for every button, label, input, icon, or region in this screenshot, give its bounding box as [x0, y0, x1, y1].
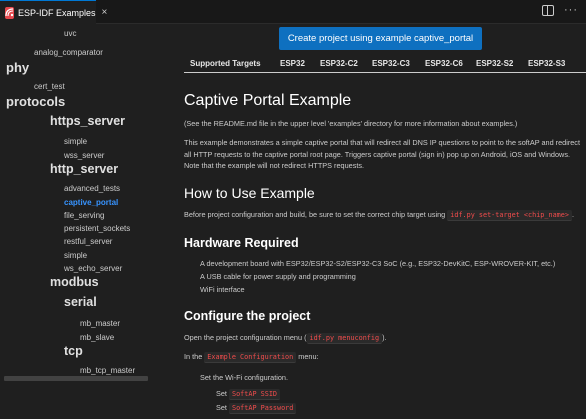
- esp-idf-icon: [5, 6, 14, 19]
- menuconfig-code: idf.py menuconfig: [306, 333, 383, 344]
- tree-item-cert-test[interactable]: cert_test: [34, 82, 65, 91]
- menu-text-pre: In the: [184, 352, 203, 361]
- configure-text: Open the project configuration menu (: [184, 333, 307, 342]
- readme-note: (See the README.md file in the upper lev…: [184, 119, 518, 128]
- how-to-heading: How to Use Example: [184, 185, 315, 201]
- tree-item-phy[interactable]: phy: [6, 60, 29, 75]
- tree-item-analog-comparator[interactable]: analog_comparator: [34, 48, 103, 57]
- configure-heading: Configure the project: [184, 309, 311, 323]
- tree-item-persistent-sockets[interactable]: persistent_sockets: [64, 224, 130, 233]
- tab-esp-idf-examples[interactable]: ESP-IDF Examples ×: [0, 0, 107, 24]
- target-esp32-s2: ESP32-S2: [476, 59, 514, 68]
- set-label: Set: [216, 403, 227, 412]
- horizontal-scrollbar[interactable]: [4, 376, 148, 381]
- set-label: Set: [216, 389, 227, 398]
- more-actions-icon[interactable]: ···: [564, 5, 578, 16]
- close-icon[interactable]: ×: [102, 7, 108, 18]
- menu-text-post: menu:: [298, 352, 319, 361]
- softap-ssid-code: SoftAP SSID: [228, 389, 280, 400]
- tab-title: ESP-IDF Examples: [18, 7, 96, 18]
- targets-header: Supported Targets: [190, 59, 261, 68]
- target-esp32-s3: ESP32-S3: [528, 59, 566, 68]
- softap-password-code: SoftAP Password: [228, 403, 297, 414]
- how-to-end: .: [571, 210, 574, 219]
- tree-item-advanced-tests[interactable]: advanced_tests: [64, 184, 120, 193]
- tree-item-captive-portal[interactable]: captive_portal: [64, 198, 118, 207]
- how-to-line: Before project configuration and build, …: [184, 210, 574, 221]
- description: This example demonstrates a simple capti…: [184, 138, 580, 170]
- editor-tab-bar: ESP-IDF Examples × ···: [0, 0, 586, 24]
- password-line: Set SoftAP Password: [216, 403, 297, 414]
- tree-item-uvc[interactable]: uvc: [64, 29, 76, 38]
- supported-targets-table: Supported Targets ESP32 ESP32-C2 ESP32-C…: [184, 57, 586, 73]
- target-esp32-c3: ESP32-C3: [372, 59, 410, 68]
- example-readme-view: Create project using example captive_por…: [160, 24, 586, 419]
- hardware-item: A development board with ESP32/ESP32-S2/…: [200, 259, 556, 268]
- split-editor-icon[interactable]: [542, 5, 554, 16]
- target-esp32-c6: ESP32-C6: [425, 59, 463, 68]
- tree-item-mb-master[interactable]: mb_master: [80, 319, 120, 328]
- tree-item-restful-server[interactable]: restful_server: [64, 237, 112, 246]
- tree-item-modbus[interactable]: modbus: [50, 275, 99, 289]
- tree-item-https-server[interactable]: https_server: [50, 114, 125, 128]
- tree-item-ws-echo-server[interactable]: ws_echo_server: [64, 264, 122, 273]
- wifi-config-text: Set the Wi-Fi configuration.: [200, 373, 289, 382]
- example-configuration-code: Example Configuration: [204, 352, 297, 363]
- menu-line: In the Example Configuration menu:: [184, 352, 319, 363]
- tree-item-simple[interactable]: simple: [64, 137, 87, 146]
- hardware-item: WiFi interface: [200, 285, 245, 294]
- target-esp32: ESP32: [280, 59, 305, 68]
- set-target-code: idf.py set-target <chip_name>: [447, 210, 572, 221]
- tree-item-simple-http[interactable]: simple: [64, 251, 87, 260]
- configure-line: Open the project configuration menu (idf…: [184, 333, 387, 344]
- create-project-button[interactable]: Create project using example captive_por…: [279, 27, 482, 50]
- tree-item-serial[interactable]: serial: [64, 295, 97, 309]
- target-esp32-c2: ESP32-C2: [320, 59, 358, 68]
- tree-item-file-serving[interactable]: file_serving: [64, 211, 104, 220]
- tree-item-mb-tcp-master[interactable]: mb_tcp_master: [80, 366, 135, 375]
- tree-item-protocols[interactable]: protocols: [6, 94, 65, 109]
- tree-item-http-server[interactable]: http_server: [50, 162, 118, 176]
- examples-tree: uvc analog_comparator phy cert_test prot…: [0, 24, 160, 419]
- page-title: Captive Portal Example: [184, 92, 352, 109]
- tree-item-wss-server[interactable]: wss_server: [64, 151, 104, 160]
- hardware-heading: Hardware Required: [184, 236, 299, 250]
- hardware-item: A USB cable for power supply and program…: [200, 272, 356, 281]
- tree-item-mb-slave[interactable]: mb_slave: [80, 333, 114, 342]
- ssid-line: Set SoftAP SSID: [216, 389, 280, 400]
- configure-end: ).: [382, 333, 387, 342]
- tree-item-tcp[interactable]: tcp: [64, 344, 83, 358]
- how-to-text: Before project configuration and build, …: [184, 210, 446, 219]
